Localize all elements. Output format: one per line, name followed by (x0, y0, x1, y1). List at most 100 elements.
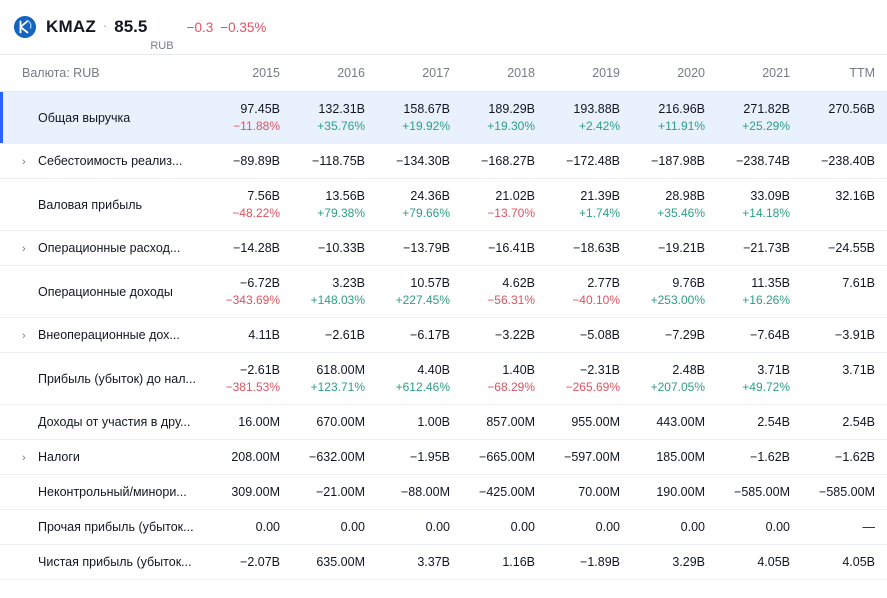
row-label-cell[interactable]: › Операционные расход... (0, 231, 207, 266)
value-cell[interactable]: −425.00M (462, 475, 547, 510)
value-cell[interactable]: 4.05B (717, 545, 802, 580)
row-label-cell[interactable]: › Себестоимость реализ... (0, 144, 207, 179)
value-cell[interactable]: −134.30B (377, 144, 462, 179)
value-cell[interactable]: 4.62B −56.31% (462, 266, 547, 318)
value-cell[interactable]: −3.22B (462, 318, 547, 353)
row-label-cell[interactable]: Прочая прибыль (убыток... (0, 510, 207, 545)
column-header-2016[interactable]: 2016 (292, 55, 377, 92)
column-header-2019[interactable]: 2019 (547, 55, 632, 92)
value-cell[interactable]: −10.33B (292, 231, 377, 266)
row-label-cell[interactable]: Прибыль (убыток) до нал... (0, 353, 207, 405)
value-cell[interactable]: −21.73B (717, 231, 802, 266)
column-header-2017[interactable]: 2017 (377, 55, 462, 92)
value-cell[interactable]: 635.00M (292, 545, 377, 580)
value-cell[interactable]: 21.39B +1.74% (547, 179, 632, 231)
value-cell[interactable]: 10.57B +227.45% (377, 266, 462, 318)
value-cell[interactable]: 4.40B +612.46% (377, 353, 462, 405)
value-cell[interactable]: 2.54B (717, 405, 802, 440)
value-cell[interactable]: −3.91B (802, 318, 887, 353)
value-cell[interactable]: 0.00 (547, 510, 632, 545)
value-cell[interactable]: 3.37B (377, 545, 462, 580)
value-cell[interactable]: −632.00M (292, 440, 377, 475)
value-cell[interactable]: −16.41B (462, 231, 547, 266)
value-cell[interactable]: 0.00 (292, 510, 377, 545)
chevron-right-icon[interactable]: › (22, 330, 35, 342)
value-cell[interactable]: 193.88B +2.42% (547, 92, 632, 144)
ticker-symbol[interactable]: KMAZ (46, 17, 96, 37)
value-cell[interactable]: 271.82B +25.29% (717, 92, 802, 144)
value-cell[interactable]: 0.00 (717, 510, 802, 545)
column-header-ttm[interactable]: TTM (802, 55, 887, 92)
value-cell[interactable]: −1.95B (377, 440, 462, 475)
value-cell[interactable]: 208.00M (207, 440, 292, 475)
value-cell[interactable]: 0.00 (632, 510, 717, 545)
row-label-cell[interactable]: Чистая прибыль (убыток... (0, 545, 207, 580)
value-cell[interactable]: 16.00M (207, 405, 292, 440)
value-cell[interactable]: 97.45B −11.88% (207, 92, 292, 144)
value-cell[interactable]: 132.31B +35.76% (292, 92, 377, 144)
value-cell[interactable]: −6.17B (377, 318, 462, 353)
row-label-cell[interactable]: › Налоги (0, 440, 207, 475)
value-cell[interactable]: −2.07B (207, 545, 292, 580)
value-cell[interactable]: −585.00M (802, 475, 887, 510)
value-cell[interactable]: −19.21B (632, 231, 717, 266)
value-cell[interactable]: −2.61B (292, 318, 377, 353)
chevron-right-icon[interactable]: › (22, 452, 35, 464)
value-cell[interactable]: 3.71B +49.72% (717, 353, 802, 405)
value-cell[interactable]: −88.00M (377, 475, 462, 510)
row-label-cell[interactable]: › Внеоперационные дох... (0, 318, 207, 353)
value-cell[interactable]: −18.63B (547, 231, 632, 266)
value-cell[interactable]: 309.00M (207, 475, 292, 510)
value-cell[interactable]: 185.00M (632, 440, 717, 475)
value-cell[interactable]: 1.16B (462, 545, 547, 580)
row-label-cell[interactable]: Общая выручка (0, 91, 207, 144)
value-cell[interactable]: −118.75B (292, 144, 377, 179)
value-cell[interactable]: 189.29B +19.30% (462, 92, 547, 144)
value-cell[interactable]: 28.98B +35.46% (632, 179, 717, 231)
value-cell[interactable]: 3.71B (802, 353, 887, 405)
value-cell[interactable]: 190.00M (632, 475, 717, 510)
value-cell[interactable]: 3.29B (632, 545, 717, 580)
value-cell[interactable]: −665.00M (462, 440, 547, 475)
table-row[interactable]: › Операционные расход... −14.28B −10.33B −13… (0, 231, 887, 266)
row-label-cell[interactable]: Валовая прибыль (0, 179, 207, 231)
value-cell[interactable]: 618.00M +123.71% (292, 353, 377, 405)
value-cell[interactable]: 3.23B +148.03% (292, 266, 377, 318)
value-cell[interactable]: 4.11B (207, 318, 292, 353)
value-cell[interactable]: 33.09B +14.18% (717, 179, 802, 231)
value-cell[interactable]: 955.00M (547, 405, 632, 440)
value-cell[interactable]: −14.28B (207, 231, 292, 266)
value-cell[interactable]: 7.56B −48.22% (207, 179, 292, 231)
value-cell[interactable]: −7.29B (632, 318, 717, 353)
value-cell[interactable]: −1.62B (717, 440, 802, 475)
value-cell[interactable]: 2.54B (802, 405, 887, 440)
table-row[interactable]: Общая выручка 97.45B −11.88% 132.31B +35.76%… (0, 91, 887, 144)
value-cell[interactable]: 11.35B +16.26% (717, 266, 802, 318)
table-row[interactable]: › Внеоперационные дох... 4.11B −2.61B −6.17B… (0, 318, 887, 353)
table-row[interactable]: Валовая прибыль 7.56B −48.22% 13.56B +79.38%… (0, 179, 887, 231)
row-label-cell[interactable]: Неконтрольный/минори... (0, 475, 207, 510)
value-cell[interactable]: −2.61B −381.53% (207, 353, 292, 405)
table-row[interactable]: › Себестоимость реализ... −89.89B −118.75B −… (0, 144, 887, 179)
column-header-2015[interactable]: 2015 (207, 55, 292, 92)
value-cell[interactable]: −13.79B (377, 231, 462, 266)
value-cell[interactable]: −5.08B (547, 318, 632, 353)
value-cell[interactable]: 21.02B −13.70% (462, 179, 547, 231)
value-cell[interactable]: 270.56B (802, 92, 887, 144)
table-row[interactable]: Операционные доходы −6.72B −343.69% 3.23B +1… (0, 266, 887, 318)
value-cell[interactable]: 857.00M (462, 405, 547, 440)
value-cell[interactable]: 24.36B +79.66% (377, 179, 462, 231)
value-cell[interactable]: 13.56B +79.38% (292, 179, 377, 231)
value-cell[interactable]: 0.00 (462, 510, 547, 545)
value-cell[interactable]: 4.05B (802, 545, 887, 580)
value-cell[interactable]: 0.00 (377, 510, 462, 545)
table-row[interactable]: › Налоги 208.00M −632.00M −1.95B −665.00M −597… (0, 440, 887, 475)
value-cell[interactable]: 670.00M (292, 405, 377, 440)
value-cell[interactable]: 32.16B (802, 179, 887, 231)
value-cell[interactable]: 2.48B +207.05% (632, 353, 717, 405)
value-cell[interactable]: 443.00M (632, 405, 717, 440)
value-cell[interactable]: 7.61B (802, 266, 887, 318)
value-cell[interactable]: 158.67B +19.92% (377, 92, 462, 144)
value-cell[interactable]: −172.48B (547, 144, 632, 179)
value-cell[interactable]: — (802, 510, 887, 545)
